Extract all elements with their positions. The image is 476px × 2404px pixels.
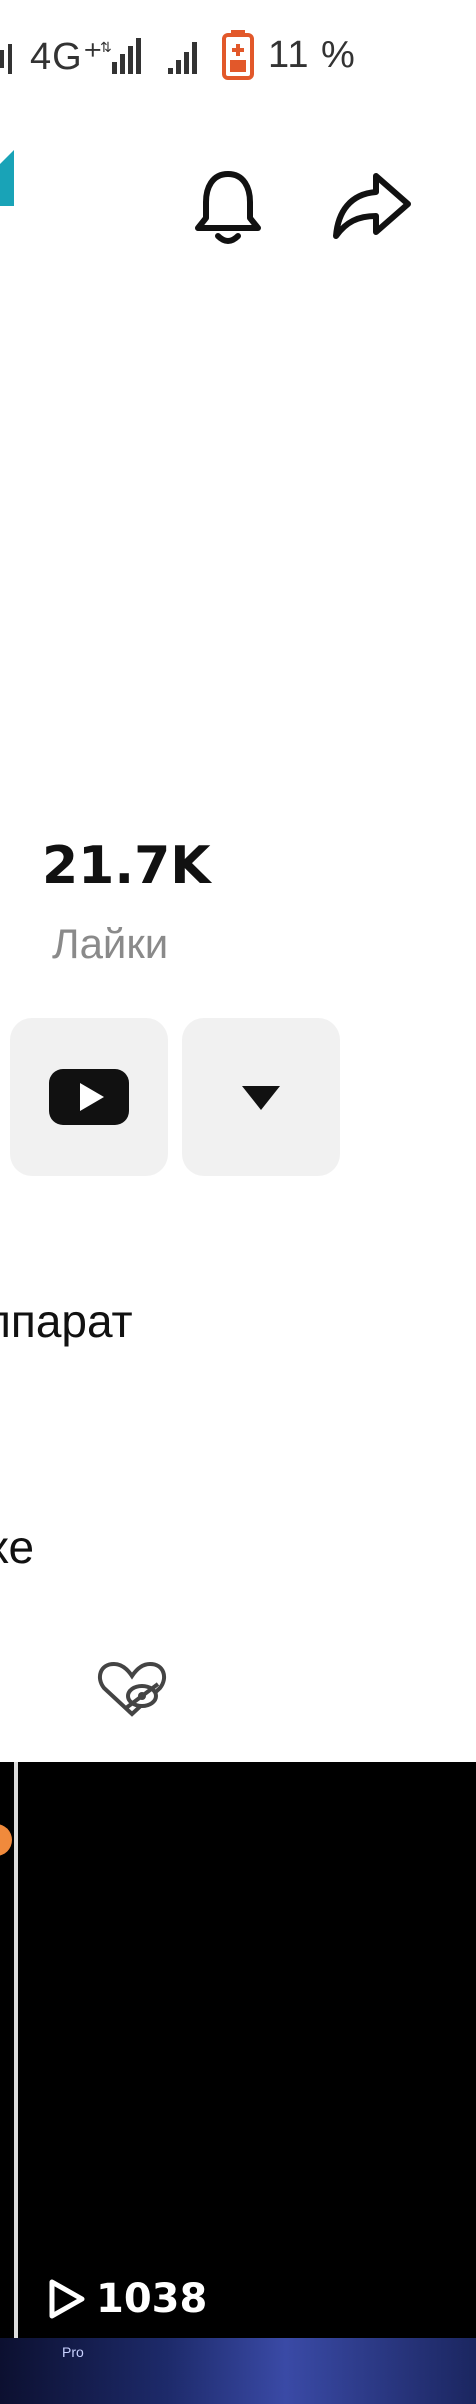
bio-line-1: ппарат <box>0 1295 133 1347</box>
heart-hidden-icon <box>97 1661 167 1717</box>
badge-fragment <box>0 1824 12 1856</box>
signal-partial-icon <box>0 44 12 74</box>
svg-text:⇅: ⇅ <box>100 40 112 56</box>
accent-logo-fragment <box>0 150 14 206</box>
status-bar: 4G⁺ ⇅ 11 % <box>0 0 476 110</box>
battery-icon <box>222 30 254 80</box>
caret-down-icon <box>242 1086 280 1110</box>
video-grid: 1038 Pro <box>0 1762 476 2404</box>
bell-icon[interactable] <box>186 164 270 248</box>
play-icon <box>49 2279 85 2319</box>
signal-icon: ⇅ <box>100 38 141 74</box>
youtube-icon <box>49 1069 129 1125</box>
share-icon[interactable] <box>330 164 414 248</box>
battery-percent: 11 % <box>268 34 356 76</box>
video-views: 1038 <box>96 2276 208 2322</box>
liked-videos-tab[interactable] <box>96 1658 168 1720</box>
signal-icon-2 <box>168 42 197 74</box>
bio-line-2: хе <box>0 1521 35 1573</box>
more-dropdown-button[interactable] <box>182 1018 340 1176</box>
video-tile[interactable]: 1038 <box>18 1762 476 2336</box>
video-thumbnail-next[interactable]: Pro <box>0 2338 476 2404</box>
network-type: 4G⁺ <box>30 36 104 78</box>
youtube-button[interactable] <box>10 1018 168 1176</box>
likes-count: 21.7K <box>42 836 211 896</box>
thumbnail-text: Pro <box>62 2344 84 2360</box>
likes-label: Лайки <box>52 920 169 967</box>
